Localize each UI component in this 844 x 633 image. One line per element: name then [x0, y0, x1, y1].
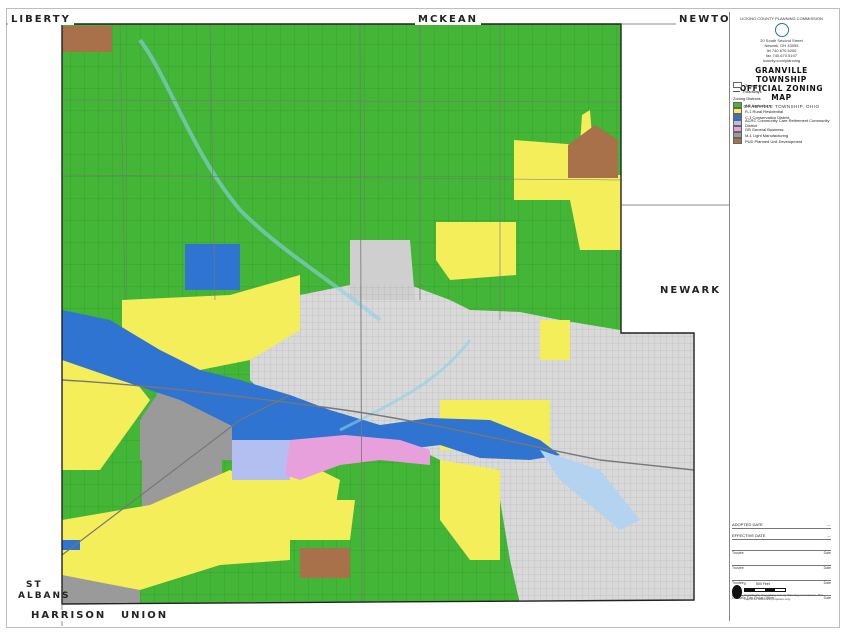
- legend-label: PUD Planned Unit Development: [745, 138, 803, 144]
- legend-item: ACRC Community Care Retirement Community…: [733, 118, 830, 128]
- union-label: UNION: [118, 610, 172, 621]
- legend-label: M-1 Light Manufacturing: [745, 132, 789, 138]
- mckean-label: MCKEAN: [415, 14, 481, 25]
- trustee-row-2: [732, 555, 831, 566]
- trustee-row-3: [732, 570, 831, 581]
- legend-item: PUD Planned Unit Development: [733, 138, 830, 144]
- township-swatch: [733, 82, 742, 88]
- adopted-date-row: ADOPTED DATE —: [732, 518, 831, 529]
- legend-roadways: Roadways: [733, 88, 830, 94]
- legend-heading: Zoning Districts: [733, 96, 761, 101]
- legend-label: AG Agriculture: [745, 102, 771, 108]
- legend: Township Roadways Zoning Districts AG Ag…: [733, 82, 830, 144]
- st-albans-label-2: ALBANS: [18, 591, 71, 601]
- trustee-row-1: [732, 540, 831, 551]
- newark-label: NEWARK: [657, 285, 724, 296]
- pud-zone: [62, 26, 112, 52]
- effective-date-row: EFFECTIVE DATE —: [732, 529, 831, 540]
- liberty-label: LIBERTY: [8, 14, 74, 25]
- roadways-swatch: [733, 90, 740, 92]
- legend-swatch: [733, 138, 742, 144]
- compiled-note: Compiled by the Licking County Planning …: [744, 593, 824, 601]
- legend-label: GB General Business: [745, 126, 784, 132]
- north-arrow-icon: [732, 585, 742, 599]
- retirement-community-zone: [232, 440, 290, 480]
- scale-labels: 0 500 Feet: [744, 582, 770, 586]
- commission-name: LICKING COUNTY PLANNING COMMISSION: [740, 16, 823, 21]
- zoning-map: [6, 23, 729, 626]
- title-panel: LICKING COUNTY PLANNING COMMISSION 20 So…: [729, 12, 833, 621]
- scale-bar: [744, 588, 786, 592]
- st-albans-label-1: ST: [26, 580, 43, 590]
- legend-label: R-1 Rural Residential: [745, 108, 784, 114]
- harrison-label: HARRISON: [28, 610, 110, 621]
- commission-logo-icon: [774, 23, 789, 37]
- web-line: lcounty.com/planning: [762, 58, 801, 63]
